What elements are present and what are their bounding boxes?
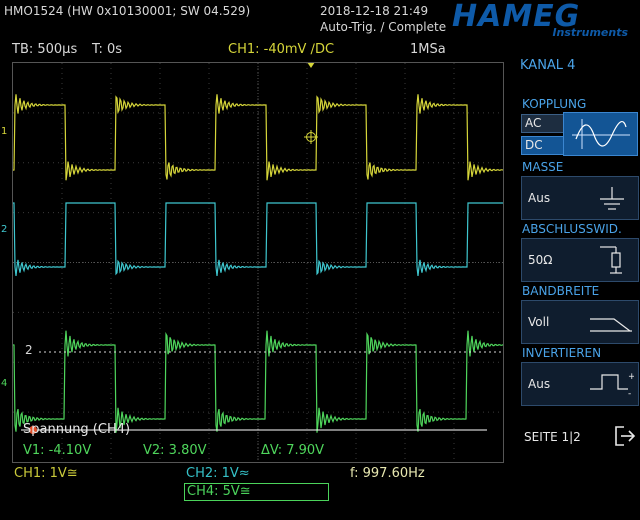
settings-bar: TB: 500µs T: 0s CH1: -40mV ∕DC 1MSa <box>0 40 512 60</box>
cursor-label: Spannung (CH4) <box>23 422 131 437</box>
bandbreite-label: BANDBREITE <box>522 284 600 298</box>
svg-text:-: - <box>628 389 631 399</box>
ch4-marker[interactable]: 4 <box>1 378 7 389</box>
ch2-scale[interactable]: CH2: 1V≈ <box>186 466 250 481</box>
masse-button[interactable]: Aus <box>521 176 639 220</box>
coupling-ac-button[interactable]: AC <box>521 114 564 133</box>
page-indicator: SEITE 1|2 <box>524 430 581 444</box>
ch1-scale[interactable]: CH1: 1V≅ <box>14 466 78 481</box>
ch1-trace <box>12 94 504 181</box>
hameg-logo: HAMEG Instruments <box>452 2 634 40</box>
termination-value: 50Ω <box>528 253 553 267</box>
coupling-dc-indicator[interactable] <box>563 112 638 156</box>
logo-sub: Instruments <box>552 26 628 39</box>
ground-icon <box>600 187 624 210</box>
side-menu: KANAL 4 KOPPLUNG AC DC MASSE Aus ABSCHLU… <box>514 42 640 472</box>
invertieren-label: INVERTIEREN <box>522 346 602 360</box>
coupling-icon <box>572 119 630 149</box>
ref-marker-label: 2 <box>25 343 33 357</box>
svg-text:+: + <box>628 372 634 382</box>
termination-button[interactable]: 50Ω <box>521 238 639 282</box>
ch1-marker[interactable]: 1 <box>1 126 7 137</box>
datetime: 2018-12-18 21:49 <box>320 4 429 18</box>
coupling-ac-label: AC <box>525 116 542 130</box>
frequency-readout: f: 997.60Hz <box>350 466 425 481</box>
kopplung-label: KOPPLUNG <box>522 97 587 111</box>
menu-title: KANAL 4 <box>520 58 576 73</box>
coupling-dc-label: DC <box>525 138 543 152</box>
resistor-icon <box>600 246 622 274</box>
bandwidth-button[interactable]: Voll <box>521 300 639 344</box>
masse-value: Aus <box>528 191 551 205</box>
top-bar: HMO1524 (HW 0x10130001; SW 04.529) 2018-… <box>0 0 640 40</box>
invert-button[interactable]: Aus + - <box>521 362 639 406</box>
cursor-dv: ΔV: 7.90V <box>261 443 325 458</box>
sample-rate: 1MSa <box>410 42 446 57</box>
invert-value: Aus <box>528 377 551 391</box>
next-page-button[interactable] <box>612 424 638 448</box>
cursor-v1: V1: -4.10V <box>23 443 92 458</box>
time-offset[interactable]: T: 0s <box>92 42 122 57</box>
scope-display[interactable]: 2 Spannung (CH4) V1: -4.10V V2: 3.80V ΔV… <box>12 62 504 463</box>
masse-label: MASSE <box>522 160 564 174</box>
ch2-marker[interactable]: 2 <box>1 224 7 235</box>
ch4-scale-box[interactable]: CH4: 5V≅ <box>184 483 329 501</box>
bandwidth-value: Voll <box>528 315 550 329</box>
graticule <box>13 63 503 462</box>
bandwidth-filter-icon <box>590 318 632 332</box>
trigger-status: Auto-Trig. / Complete <box>320 20 447 34</box>
trigger-position-marker <box>307 62 315 68</box>
cursor-v2: V2: 3.80V <box>143 443 207 458</box>
exit-arrow-icon <box>615 426 636 446</box>
abschluss-label: ABSCHLUSSWID. <box>522 222 622 236</box>
waveform-canvas <box>12 62 504 462</box>
status-bar: CH1: 1V≅ CH2: 1V≈ f: 997.60Hz CH4: 5V≅ <box>0 463 512 520</box>
ch4-scale: CH4: 5V≅ <box>187 484 251 499</box>
device-info: HMO1524 (HW 0x10130001; SW 04.529) <box>4 4 251 18</box>
timebase[interactable]: TB: 500µs <box>12 42 77 57</box>
invert-pulse-icon: + - <box>590 372 634 399</box>
coupling-dc-button[interactable]: DC <box>521 136 564 155</box>
trigger-setting[interactable]: CH1: -40mV ∕DC <box>228 42 334 57</box>
